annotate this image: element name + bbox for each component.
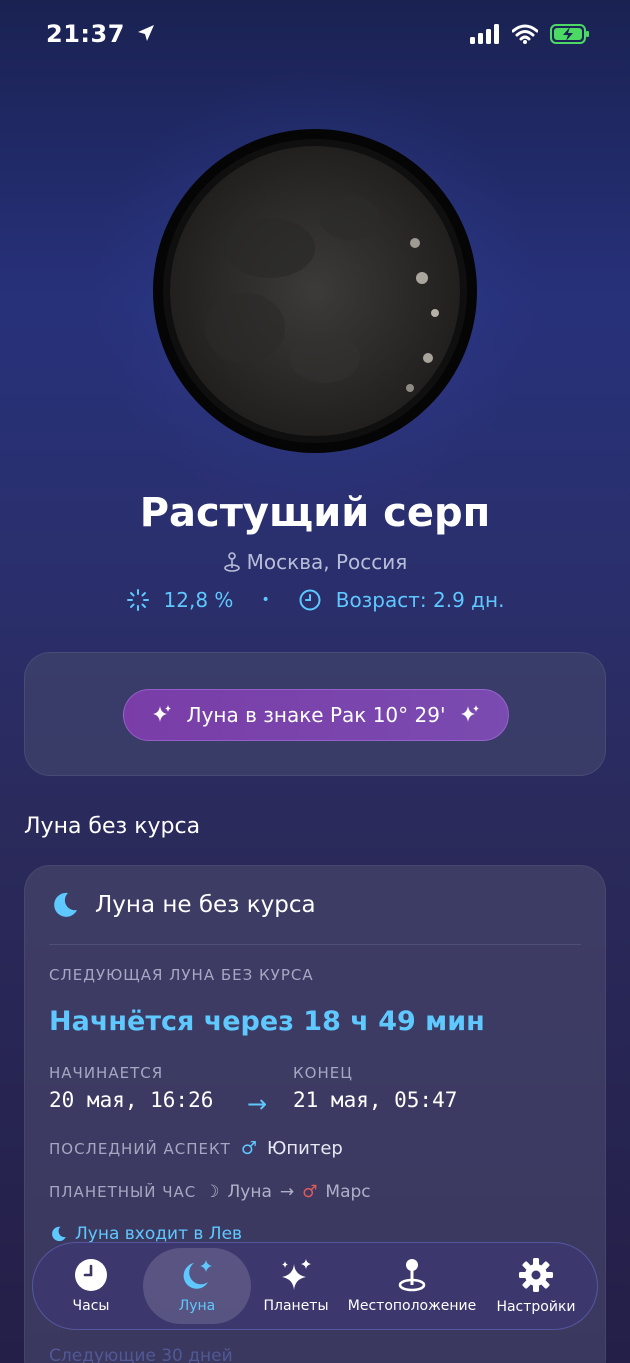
last-aspect-caption: ПОСЛЕДНИЙ АСПЕКТ bbox=[49, 1139, 231, 1158]
voc-end-caption: КОНЕЦ bbox=[293, 1064, 353, 1082]
voc-start-value: 20 мая, 16:26 bbox=[49, 1088, 214, 1112]
voc-start-caption: НАЧИНАЕТСЯ bbox=[49, 1064, 164, 1082]
tab-moon[interactable]: Луна bbox=[143, 1248, 251, 1324]
arrow-right-icon: → bbox=[247, 1090, 268, 1118]
divider bbox=[49, 944, 581, 945]
crescent-moon-icon bbox=[54, 892, 77, 917]
illumination-value: 12,8 % bbox=[163, 588, 234, 612]
last-aspect-row: ПОСЛЕДНИЙ АСПЕКТ ♂ Юпитер bbox=[49, 1138, 343, 1159]
tab-label: Часы bbox=[72, 1298, 110, 1314]
location-pin-icon bbox=[398, 1259, 426, 1292]
tab-label: Луна bbox=[178, 1298, 216, 1314]
status-bar: 21:37 bbox=[0, 0, 630, 70]
moon-age-value: Возраст: 2.9 дн. bbox=[335, 588, 505, 612]
status-indicators bbox=[470, 24, 590, 44]
status-time: 21:37 bbox=[46, 20, 156, 48]
moon-image bbox=[90, 68, 540, 518]
gear-icon bbox=[519, 1258, 553, 1292]
zodiac-sign-pill[interactable]: Луна в знаке Рак 10° 29' bbox=[123, 689, 509, 741]
arrow-right-icon: → bbox=[279, 1182, 295, 1202]
battery-charging-icon bbox=[550, 24, 589, 44]
planet-hour-row: ПЛАНЕТНЫЙ ЧАС ☽ Луна → ♂ Марс bbox=[49, 1182, 371, 1202]
mars-icon: ♂ bbox=[302, 1182, 318, 1202]
voc-end-value: 21 мая, 05:47 bbox=[293, 1088, 458, 1112]
sparkle-icon bbox=[152, 705, 171, 722]
illumination-icon bbox=[126, 589, 149, 611]
location-pin-icon bbox=[223, 552, 240, 572]
wifi-icon bbox=[512, 24, 538, 44]
zodiac-sign-label: Луна в знаке Рак 10° 29' bbox=[186, 703, 446, 727]
location-name: Москва, Россия bbox=[246, 550, 408, 574]
planet-hour-from: Луна bbox=[227, 1182, 272, 1202]
sparkle-icon bbox=[461, 705, 480, 722]
signal-icon bbox=[470, 24, 499, 44]
voc-status: Луна не без курса bbox=[95, 892, 316, 918]
tab-bar: Часы Луна Планеты Местоположение Настрой… bbox=[32, 1242, 598, 1330]
location-row[interactable]: Москва, Россия bbox=[0, 550, 630, 574]
tab-location[interactable]: Местоположение bbox=[341, 1248, 483, 1324]
clock-icon bbox=[299, 589, 321, 611]
crescent-moon-icon bbox=[52, 1226, 66, 1242]
tab-planets[interactable]: Планеты bbox=[251, 1248, 341, 1324]
section-title-void-of-course: Луна без курса bbox=[24, 814, 201, 839]
tab-clock[interactable]: Часы bbox=[39, 1248, 143, 1324]
last-aspect-value: Юпитер bbox=[266, 1138, 343, 1159]
voc-status-row: Луна не без курса bbox=[49, 890, 316, 920]
moon-stars-icon bbox=[183, 1260, 212, 1289]
tab-label: Местоположение bbox=[347, 1298, 477, 1314]
planet-hour-caption: ПЛАНЕТНЫЙ ЧАС bbox=[49, 1183, 197, 1201]
moon-enters-text: Луна входит в Лев bbox=[75, 1224, 243, 1244]
tab-label: Планеты bbox=[263, 1298, 329, 1314]
planet-hour-to: Марс bbox=[325, 1182, 371, 1202]
zodiac-sign-card: Луна в знаке Рак 10° 29' bbox=[24, 652, 606, 776]
voc-countdown: Начнётся через 18 ч 49 мин bbox=[49, 1006, 485, 1037]
phase-title: Растущий серп bbox=[139, 490, 491, 536]
next-30-days-link[interactable]: Следующие 30 дней bbox=[49, 1346, 233, 1363]
jupiter-icon: ♂ bbox=[240, 1138, 257, 1159]
moon-phase-graphic bbox=[153, 129, 477, 453]
sparkles-icon bbox=[282, 1259, 311, 1290]
location-arrow-icon bbox=[137, 25, 154, 41]
phase-stats: 12,8 % • Возраст: 2.9 дн. bbox=[0, 588, 630, 612]
moon-enters-row: Луна входит в Лев bbox=[49, 1224, 242, 1244]
moon-glyph-icon: ☽ bbox=[204, 1182, 220, 1202]
tab-settings[interactable]: Настройки bbox=[483, 1248, 589, 1324]
separator-dot: • bbox=[261, 592, 270, 608]
status-time-text: 21:37 bbox=[46, 20, 125, 48]
next-voc-caption: СЛЕДУЮЩАЯ ЛУНА БЕЗ КУРСА bbox=[49, 966, 314, 984]
tab-label: Настройки bbox=[496, 1299, 576, 1315]
clock-icon bbox=[75, 1259, 107, 1291]
